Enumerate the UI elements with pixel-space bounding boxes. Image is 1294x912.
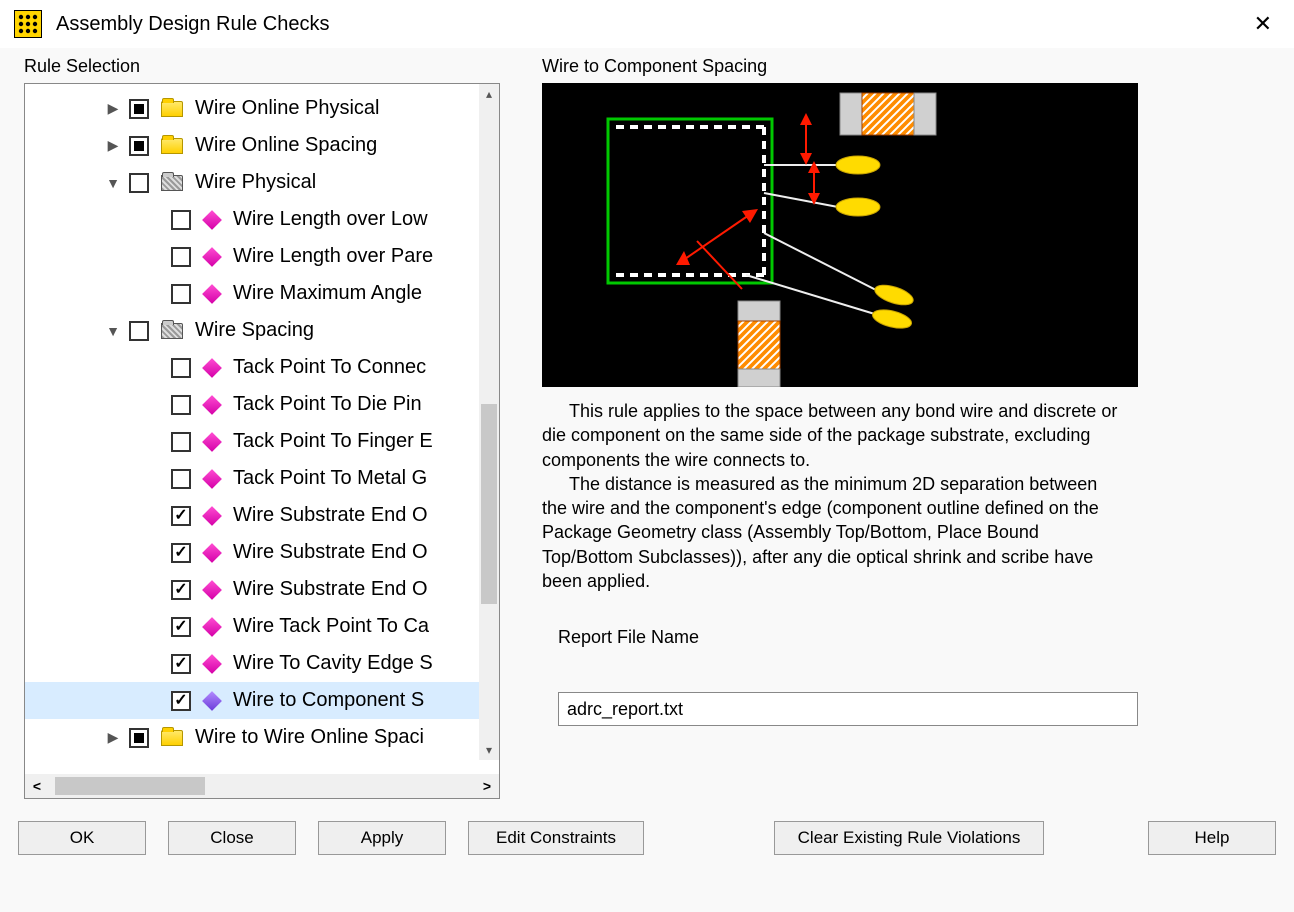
checkbox[interactable] (171, 432, 191, 452)
folder-closed-icon (161, 138, 183, 154)
tree-row[interactable]: Wire to Component S (25, 682, 499, 719)
tree-row[interactable]: Wire Substrate End O (25, 571, 499, 608)
tree-row[interactable]: Tack Point To Connec (25, 349, 499, 386)
rule-diamond-icon (202, 580, 222, 600)
tree-item-label: Tack Point To Connec (233, 356, 426, 379)
tree-item-label: Wire Substrate End O (233, 578, 428, 601)
rule-diamond-icon (202, 284, 222, 304)
checkbox[interactable] (171, 210, 191, 230)
tree-row[interactable]: Tack Point To Die Pin (25, 386, 499, 423)
tree-item-label: Tack Point To Metal G (233, 467, 427, 490)
rule-diamond-icon (202, 691, 222, 711)
tree-item-label: Wire Maximum Angle (233, 282, 422, 305)
app-icon (14, 10, 42, 38)
rule-tree: ▶ Wire Online Physical ▶ Wire Online Spacin… (24, 83, 500, 799)
tree-row[interactable]: ▼ Wire Spacing (25, 312, 499, 349)
checkbox[interactable] (171, 691, 191, 711)
tree-item-label: Wire Substrate End O (233, 541, 428, 564)
rule-description: This rule applies to the space between a… (538, 387, 1138, 593)
tree-row[interactable]: Tack Point To Finger E (25, 423, 499, 460)
tree-row[interactable]: Tack Point To Metal G (25, 460, 499, 497)
tree-row[interactable]: ▶ Wire Online Physical (25, 90, 499, 127)
folder-closed-icon (161, 101, 183, 117)
tree-item-label: Tack Point To Die Pin (233, 393, 422, 416)
rule-diamond-icon (202, 506, 222, 526)
checkbox[interactable] (171, 469, 191, 489)
rule-diamond-icon (202, 210, 222, 230)
checkbox[interactable] (171, 506, 191, 526)
chevron-right-icon[interactable]: ▶ (103, 137, 123, 154)
tree-item-label: Wire Tack Point To Ca (233, 615, 429, 638)
edit-constraints-button[interactable]: Edit Constraints (468, 821, 644, 855)
tree-row[interactable]: Wire To Cavity Edge S (25, 645, 499, 682)
checkbox[interactable] (129, 136, 149, 156)
tree-item-label: Wire Online Spacing (195, 134, 377, 157)
tree-item-label: Wire Length over Low (233, 208, 428, 231)
clear-violations-button[interactable]: Clear Existing Rule Violations (774, 821, 1044, 855)
checkbox[interactable] (171, 284, 191, 304)
chevron-right-icon[interactable]: ▶ (103, 100, 123, 117)
tree-item-label: Tack Point To Finger E (233, 430, 433, 453)
dialog-window: Assembly Design Rule Checks ✕ Rule Selec… (0, 0, 1294, 912)
folder-open-icon (161, 323, 183, 339)
folder-closed-icon (161, 730, 183, 746)
checkbox[interactable] (171, 247, 191, 267)
tree-row[interactable]: Wire Maximum Angle (25, 275, 499, 312)
help-button[interactable]: Help (1148, 821, 1276, 855)
folder-open-icon (161, 175, 183, 191)
chevron-right-icon[interactable]: ▶ (103, 729, 123, 746)
tree-row[interactable]: Wire Substrate End O (25, 534, 499, 571)
report-filename-input[interactable] (558, 692, 1138, 726)
tree-row[interactable]: Wire Length over Pare (25, 238, 499, 275)
rule-title: Wire to Component Spacing (542, 56, 1280, 77)
tree-row[interactable]: ▶ Wire Online Spacing (25, 127, 499, 164)
checkbox[interactable] (129, 728, 149, 748)
tree-row[interactable]: Wire Tack Point To Ca (25, 608, 499, 645)
chevron-down-icon[interactable]: ▼ (103, 323, 123, 339)
tree-item-label: Wire To Cavity Edge S (233, 652, 433, 675)
tree-hscrollbar[interactable]: <> (25, 774, 499, 798)
titlebar: Assembly Design Rule Checks ✕ (0, 0, 1294, 48)
tree-item-label: Wire Length over Pare (233, 245, 433, 268)
chevron-down-icon[interactable]: ▼ (103, 175, 123, 191)
window-title: Assembly Design Rule Checks (56, 13, 1246, 36)
tree-item-label: Wire Substrate End O (233, 504, 428, 527)
checkbox[interactable] (171, 617, 191, 637)
rule-diamond-icon (202, 432, 222, 452)
checkbox[interactable] (171, 395, 191, 415)
report-filename-label: Report File Name (558, 627, 1280, 648)
rule-diagram (542, 83, 1138, 387)
checkbox[interactable] (171, 654, 191, 674)
ok-button[interactable]: OK (18, 821, 146, 855)
rule-diamond-icon (202, 358, 222, 378)
rule-diamond-icon (202, 247, 222, 267)
checkbox[interactable] (129, 99, 149, 119)
close-button[interactable]: Close (168, 821, 296, 855)
checkbox[interactable] (171, 580, 191, 600)
rule-selection-label: Rule Selection (24, 56, 514, 77)
tree-item-label: Wire to Wire Online Spaci (195, 726, 424, 749)
tree-item-label: Wire Physical (195, 171, 316, 194)
tree-row[interactable]: ▼ Wire Physical (25, 164, 499, 201)
checkbox[interactable] (129, 173, 149, 193)
tree-item-label: Wire Spacing (195, 319, 314, 342)
tree-row[interactable]: ▶ Wire to Wire Online Spaci (25, 719, 499, 756)
tree-item-label: Wire to Component S (233, 689, 424, 712)
rule-diamond-icon (202, 617, 222, 637)
checkbox[interactable] (129, 321, 149, 341)
checkbox[interactable] (171, 543, 191, 563)
rule-diamond-icon (202, 543, 222, 563)
tree-row[interactable]: Wire Length over Low (25, 201, 499, 238)
tree-row[interactable]: Wire Substrate End O (25, 497, 499, 534)
tree-vscrollbar[interactable]: ▴▾ (479, 84, 499, 760)
close-icon[interactable]: ✕ (1246, 7, 1280, 41)
rule-diamond-icon (202, 654, 222, 674)
rule-diamond-icon (202, 395, 222, 415)
apply-button[interactable]: Apply (318, 821, 446, 855)
tree-item-label: Wire Online Physical (195, 97, 380, 120)
checkbox[interactable] (171, 358, 191, 378)
rule-diamond-icon (202, 469, 222, 489)
